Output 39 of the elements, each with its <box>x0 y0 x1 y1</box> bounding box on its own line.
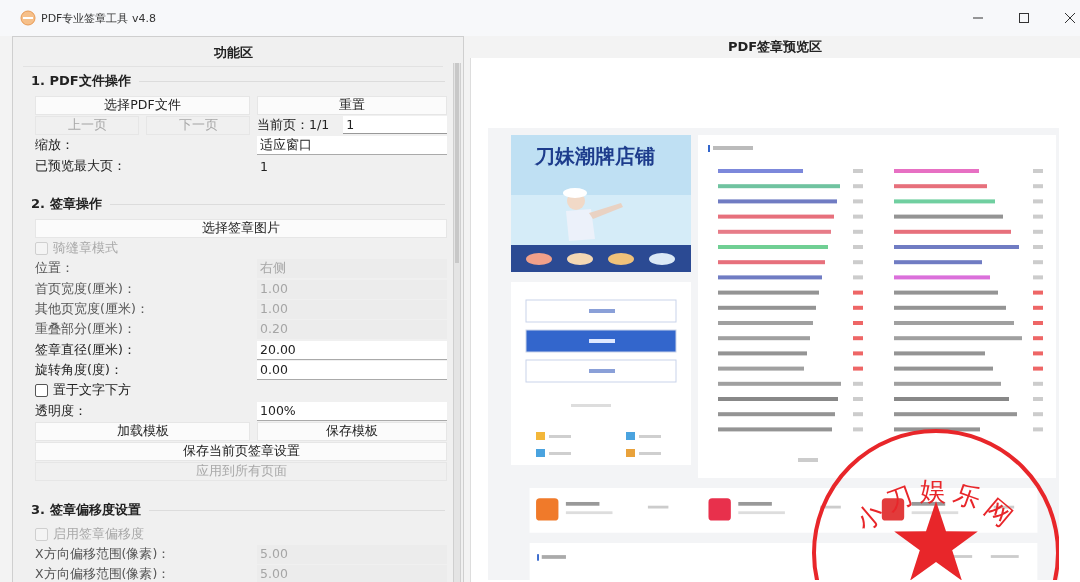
button[interactable]: 保存当前页签章设置 <box>35 442 447 462</box>
field-label: 缩放： <box>35 137 75 155</box>
button[interactable]: 重置 <box>257 95 447 115</box>
field-label: 旋转角度(度)： <box>35 361 124 379</box>
button[interactable]: 选择签章图片 <box>35 218 447 238</box>
field-label: 透明度： <box>35 402 88 420</box>
stamp-text: 小刀娱乐网 <box>849 476 1023 537</box>
banner-title: 刀妹潮牌店铺 <box>535 143 655 170</box>
input-field[interactable]: 适应窗口 <box>257 136 447 156</box>
input-field[interactable]: 0.00 <box>257 360 447 380</box>
field-label: X方向偏移范围(像素)： <box>35 546 172 563</box>
field-label: 首页宽度(厘米)： <box>35 280 137 298</box>
checkbox-label: 置于文字下方 <box>53 382 131 400</box>
checkbox-label: 骑缝章模式 <box>53 240 118 258</box>
maximize-icon[interactable] <box>1018 12 1030 24</box>
page-input[interactable]: 1 <box>343 116 447 135</box>
field-label: 重叠部分(厘米)： <box>35 321 137 339</box>
page-label: 当前页：1/1 <box>257 116 330 134</box>
button[interactable]: 加载模板 <box>35 421 250 441</box>
app-icon <box>20 10 36 26</box>
field-label: 位置： <box>35 260 75 278</box>
checkbox[interactable] <box>35 384 48 398</box>
section-title: 1. PDF文件操作 <box>31 72 131 90</box>
checkbox-label: 启用签章偏移度 <box>53 525 144 543</box>
section-title: 2. 签章操作 <box>31 195 102 214</box>
field-label: 签章直径(厘米)： <box>35 341 137 359</box>
input-field[interactable]: 100% <box>257 401 447 421</box>
field-label: X方向偏移范围(像素)： <box>35 566 172 582</box>
value-text: 1 <box>259 158 269 174</box>
input-field[interactable]: 20.00 <box>257 340 447 360</box>
field-label: 已预览最大页： <box>35 157 127 175</box>
field-label: 其他页宽度(厘米)： <box>35 301 150 318</box>
button[interactable]: 选择PDF文件 <box>35 95 250 115</box>
button[interactable]: 保存模板 <box>257 421 447 441</box>
scrollbar[interactable] <box>453 63 461 582</box>
section-title: 3. 签章偏移度设置 <box>31 501 141 520</box>
close-icon[interactable] <box>1064 12 1076 24</box>
window-title: PDF专业签章工具 v4.8 <box>41 10 156 26</box>
panel-title: 功能区 <box>23 37 443 67</box>
